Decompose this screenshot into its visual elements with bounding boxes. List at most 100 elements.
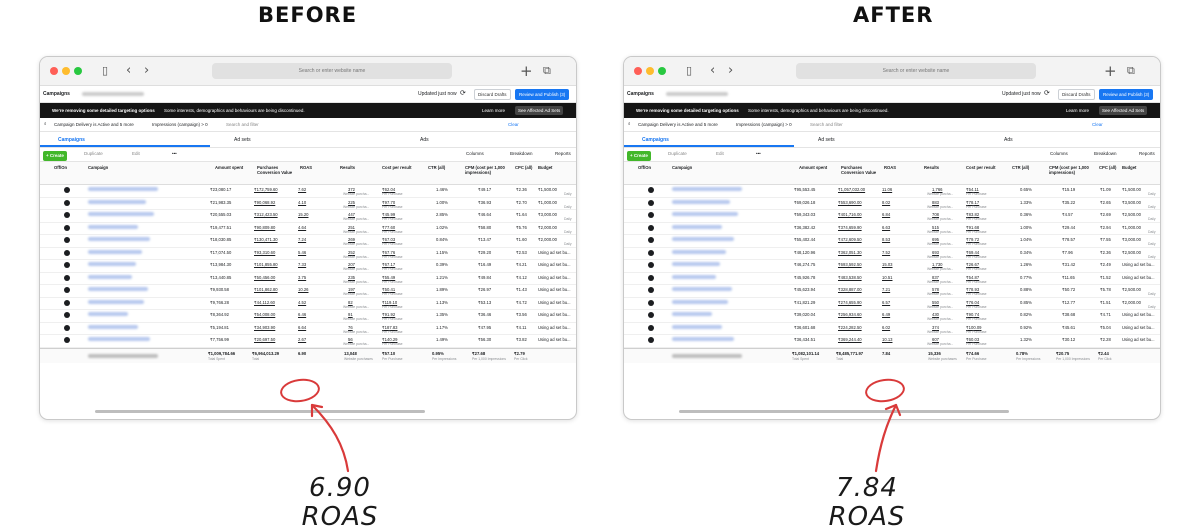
table-row[interactable]: ₹7,756.99 ₹20,697.50 2.67 56 Website purcha.… xyxy=(40,335,576,348)
campaign-name-redacted[interactable] xyxy=(672,299,728,304)
create-button[interactable]: + Create xyxy=(43,151,67,161)
roas-value[interactable]: 4.10 xyxy=(298,200,306,205)
campaign-name-redacted[interactable] xyxy=(672,262,720,266)
col-amount-spent[interactable]: Amount spent xyxy=(215,165,243,170)
table-row[interactable]: ₹46,274.75 ₹693,592.50 15.03 1,730 Website p… xyxy=(624,260,1160,273)
campaign-name-redacted[interactable] xyxy=(672,312,712,316)
reports-button[interactable]: Reports xyxy=(555,151,571,156)
campaign-name-redacted[interactable] xyxy=(88,337,150,341)
on-off-toggle[interactable] xyxy=(648,324,654,331)
table-row[interactable]: ₹95,553.45 ₹1,057,032.00 11.06 1,766 Website… xyxy=(624,185,1160,198)
campaign-name-redacted[interactable] xyxy=(88,212,154,216)
minimize-dot[interactable] xyxy=(62,67,70,75)
on-off-toggle[interactable] xyxy=(648,224,654,231)
table-row[interactable]: ₹18,030.85 ₹130,471.30 7.24 269 Website purc… xyxy=(40,235,576,248)
roas-value[interactable]: 3.75 xyxy=(298,275,306,280)
purchase-value[interactable]: ₹369,244.40 xyxy=(838,337,862,342)
on-off-toggle[interactable] xyxy=(64,212,70,218)
table-row[interactable]: ₹23,080.17 ₹172,759.60 7.62 372 Website purc… xyxy=(40,185,576,198)
breakdown-button[interactable]: Breakdown xyxy=(1094,151,1117,156)
close-dot[interactable] xyxy=(634,67,642,75)
roas-value[interactable]: 11.06 xyxy=(882,187,892,192)
columns-button[interactable]: Columns xyxy=(466,151,484,156)
search-icon[interactable]: ⌕ xyxy=(44,121,47,126)
table-row[interactable]: ₹20,555.03 ₹312,423.50 15.20 447 Website pur… xyxy=(40,210,576,223)
col-roas[interactable]: ROAS xyxy=(884,165,896,170)
purchase-value[interactable]: ₹483,538.50 xyxy=(838,275,862,280)
back-icon[interactable]: ‹ xyxy=(126,63,131,79)
plus-icon[interactable]: + xyxy=(1104,63,1117,79)
refresh-icon[interactable]: ⟳ xyxy=(460,89,466,97)
create-button[interactable]: + Create xyxy=(627,151,651,161)
roas-value[interactable]: 6.84 xyxy=(882,212,890,217)
on-off-toggle[interactable] xyxy=(648,262,654,268)
filter-chip-impressions[interactable]: Impressions (campaign) > 0 xyxy=(152,122,208,127)
tabs-icon[interactable]: ⧉ xyxy=(1127,63,1135,79)
col-cpm[interactable]: CPM (cost per 1,000 impressions) xyxy=(1049,165,1089,175)
zoom-dot[interactable] xyxy=(74,67,82,75)
roas-value[interactable]: 6.02 xyxy=(882,325,890,330)
roas-value[interactable]: 7.33 xyxy=(298,262,306,267)
on-off-toggle[interactable] xyxy=(648,312,654,318)
more-button[interactable]: ••• xyxy=(756,151,761,156)
campaign-name-redacted[interactable] xyxy=(672,237,734,241)
purchase-value[interactable]: ₹93,310.60 xyxy=(254,250,275,255)
more-button[interactable]: ••• xyxy=(172,151,177,156)
table-row[interactable]: ₹36,601.68 ₹224,282.50 6.02 374 Website purc… xyxy=(624,323,1160,335)
columns-button[interactable]: Columns xyxy=(1050,151,1068,156)
campaign-name-redacted[interactable] xyxy=(88,199,146,204)
table-row[interactable]: ₹5,194.81 ₹34,903.90 6.64 76 Website purcha.… xyxy=(40,323,576,335)
purchase-value[interactable]: ₹553,690.00 xyxy=(838,200,862,205)
purchase-value[interactable]: ₹224,282.50 xyxy=(838,325,862,330)
purchase-value[interactable]: ₹472,609.50 xyxy=(838,237,862,242)
edit-button[interactable]: Edit xyxy=(132,151,140,156)
roas-value[interactable]: 7.52 xyxy=(882,250,890,255)
table-row[interactable]: ₹21,983.35 ₹90,068.92 4.10 225 Website purch… xyxy=(40,198,576,210)
learn-more-link[interactable]: Learn more xyxy=(482,108,505,113)
review-publish-button[interactable]: Review and Publish (3) xyxy=(515,89,570,100)
tabs-icon[interactable]: ⧉ xyxy=(543,63,551,79)
campaign-name-redacted[interactable] xyxy=(672,224,722,229)
roas-value[interactable]: 4.64 xyxy=(298,225,306,230)
campaign-name-redacted[interactable] xyxy=(88,312,128,316)
roas-value[interactable]: 10.26 xyxy=(298,287,308,292)
on-off-toggle[interactable] xyxy=(648,299,654,306)
roas-value[interactable]: 8.53 xyxy=(882,237,890,242)
col-campaign[interactable]: Campaign xyxy=(88,165,108,170)
on-off-toggle[interactable] xyxy=(648,187,654,193)
roas-value[interactable]: 7.62 xyxy=(298,187,306,192)
col-campaign[interactable]: Campaign xyxy=(672,165,692,170)
account-selector[interactable] xyxy=(666,92,728,96)
refresh-icon[interactable]: ⟳ xyxy=(1044,89,1050,97)
on-off-toggle[interactable] xyxy=(648,237,654,243)
tab-campaigns[interactable]: Campaigns xyxy=(58,137,85,143)
col-cpc[interactable]: CPC (all) xyxy=(515,165,532,170)
col-roas[interactable]: ROAS xyxy=(300,165,312,170)
edit-button[interactable]: Edit xyxy=(716,151,724,156)
roas-value[interactable]: 10.13 xyxy=(882,337,892,342)
purchase-value[interactable]: ₹374,659.90 xyxy=(838,225,862,230)
forward-icon[interactable]: › xyxy=(144,63,149,79)
clear-filters-link[interactable]: Clear xyxy=(508,122,519,127)
roas-value[interactable]: 15.20 xyxy=(298,212,308,217)
roas-value[interactable]: 6.49 xyxy=(882,312,890,317)
on-off-toggle[interactable] xyxy=(64,337,70,343)
on-off-toggle[interactable] xyxy=(64,199,70,206)
on-off-toggle[interactable] xyxy=(64,187,70,193)
purchase-value[interactable]: ₹312,423.50 xyxy=(254,212,278,217)
on-off-toggle[interactable] xyxy=(648,337,654,343)
on-off-toggle[interactable] xyxy=(648,274,654,281)
campaign-name-redacted[interactable] xyxy=(88,237,150,241)
purchase-value[interactable]: ₹50,456.00 xyxy=(254,275,275,280)
clear-filters-link[interactable]: Clear xyxy=(1092,122,1103,127)
purchase-value[interactable]: ₹90,809.80 xyxy=(254,225,275,230)
purchase-value[interactable]: ₹54,008.00 xyxy=(254,312,275,317)
address-bar[interactable]: Search or enter website name xyxy=(212,63,452,79)
on-off-toggle[interactable] xyxy=(64,224,70,231)
purchase-value[interactable]: ₹362,051.30 xyxy=(838,250,862,255)
table-row[interactable]: ₹41,821.29 ₹274,655.90 6.57 550 Website purc… xyxy=(624,298,1160,310)
purchase-value[interactable]: ₹90,068.92 xyxy=(254,200,275,205)
purchase-value[interactable]: ₹130,471.30 xyxy=(254,237,278,242)
col-budget[interactable]: Budget xyxy=(538,165,552,170)
campaign-name-redacted[interactable] xyxy=(672,199,730,204)
